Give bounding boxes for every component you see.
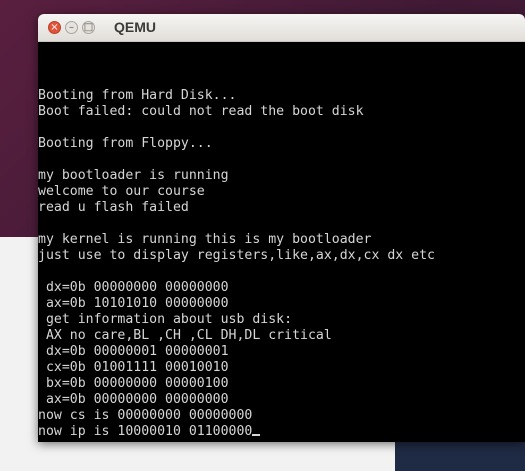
console-line: Booting from Floppy... xyxy=(38,136,213,151)
console-line: welcome to our course xyxy=(38,184,205,199)
console-line: my bootloader is running xyxy=(38,168,229,183)
maximize-button[interactable]: □ xyxy=(82,21,95,34)
console-line: ax=0b 00000000 00000000 xyxy=(38,392,229,407)
console-line: now cs is 00000000 00000000 xyxy=(38,408,253,423)
background-window-edge xyxy=(395,440,525,471)
emulator-screen[interactable]: Booting from Hard Disk... Boot failed: c… xyxy=(38,42,525,442)
title-bar[interactable]: × – □ QEMU xyxy=(38,14,525,42)
close-button[interactable]: × xyxy=(48,21,61,34)
console-line: ax=0b 10101010 00000000 xyxy=(38,296,229,311)
console-line-text: now ip is 10000010 01100000 xyxy=(38,424,253,439)
console-line: AX no care,BL ,CH ,CL DH,DL critical xyxy=(38,328,332,343)
minimize-button[interactable]: – xyxy=(65,21,78,34)
console-line: just use to display registers,like,ax,dx… xyxy=(38,248,435,263)
console-line: get information about usb disk: xyxy=(38,312,293,327)
console-line: read u flash failed xyxy=(38,200,189,215)
console-line: dx=0b 00000000 00000000 xyxy=(38,280,229,295)
console-line: my kernel is running this is my bootload… xyxy=(38,232,372,247)
console-line: bx=0b 00000000 00000100 xyxy=(38,376,229,391)
console-line: Boot failed: could not read the boot dis… xyxy=(38,104,364,119)
window-title: QEMU xyxy=(114,19,156,35)
console-line-last: now ip is 10000010 01100000 xyxy=(38,424,261,440)
qemu-window[interactable]: × – □ QEMU Booting from Hard Disk... Boo… xyxy=(38,14,525,442)
text-cursor xyxy=(252,434,261,436)
console-line: Booting from Hard Disk... xyxy=(38,88,237,103)
console-line: dx=0b 00000001 00000001 xyxy=(38,344,229,359)
console-line: cx=0b 01001111 00010010 xyxy=(38,360,229,375)
